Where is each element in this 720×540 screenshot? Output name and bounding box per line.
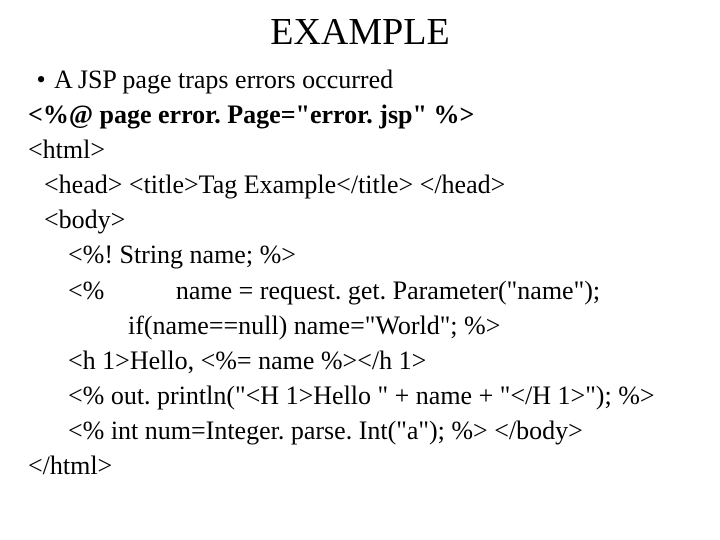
code-line: <h 1>Hello, <%= name %></h 1> xyxy=(28,343,692,378)
code-line: <%@ page error. Page="error. jsp" %> xyxy=(28,97,692,132)
code-line: <% int num=Integer. parse. Int("a"); %> … xyxy=(28,413,692,448)
bullet-text: A JSP page traps errors occurred xyxy=(54,62,393,97)
code-line: <body> xyxy=(28,202,692,237)
code-line: <head> <title>Tag Example</title> </head… xyxy=(28,167,692,202)
code-line: <% name = request. get. Parameter("name"… xyxy=(28,273,692,308)
slide-title: EXAMPLE xyxy=(28,10,692,54)
code-line: <html> xyxy=(28,132,692,167)
bullet-icon: • xyxy=(28,62,54,97)
bullet-item: • A JSP page traps errors occurred xyxy=(28,62,692,97)
code-line: <% out. println("<H 1>Hello " + name + "… xyxy=(28,378,692,413)
slide-body: • A JSP page traps errors occurred <%@ p… xyxy=(28,62,692,483)
code-line: <%! String name; %> xyxy=(28,237,692,272)
code-line: </html> xyxy=(28,448,692,483)
code-line: if(name==null) name="World"; %> xyxy=(28,308,692,343)
